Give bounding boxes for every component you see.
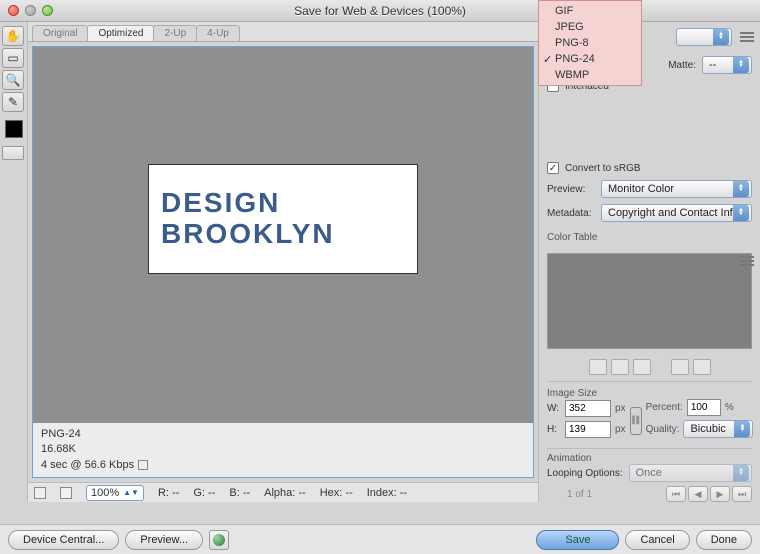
save-button[interactable]: Save [536,530,619,550]
file-format: PNG-24 [41,427,525,442]
zoom-button[interactable] [42,5,53,16]
h-label: H: [547,424,561,435]
titlebar: Save for Web & Devices (100%) [0,0,760,22]
ct-btn-2[interactable] [611,359,629,375]
slice-select-tool-icon[interactable]: ▭ [2,48,24,68]
zoom-select[interactable]: 100%▲▼ [86,485,144,501]
color-swatch[interactable] [5,120,23,138]
color-table-label: Color Table [547,232,752,243]
tab-4up[interactable]: 4-Up [196,25,240,41]
ct-btn-1[interactable] [589,359,607,375]
next-frame-icon[interactable]: ▶ [710,486,730,502]
tab-2up[interactable]: 2-Up [153,25,197,41]
preset-select[interactable] [676,28,732,46]
height-input[interactable] [565,421,611,438]
logo-line2: BROOKLYN [161,219,417,250]
window-controls [8,5,53,16]
first-frame-icon[interactable]: ⏮ [666,486,686,502]
matte-label: Matte: [668,60,696,71]
tab-optimized[interactable]: Optimized [87,25,154,41]
file-size: 16.68K [41,442,525,457]
quality-label: Quality: [646,424,680,435]
metadata-select[interactable]: Copyright and Contact Info [601,204,752,222]
bottom-bar: Device Central... Preview... Save Cancel… [0,524,760,554]
logo-line1: DESIGN [161,188,417,219]
minimize-button[interactable] [25,5,36,16]
w-label: W: [547,403,561,414]
ct-btn-3[interactable] [633,359,651,375]
slice-visibility-toggle[interactable] [2,146,24,160]
convert-srgb-checkbox[interactable] [547,162,559,174]
animation-title: Animation [547,453,752,464]
hand-tool-icon[interactable]: ✋ [2,26,24,46]
zoom-tool-icon[interactable]: 🔍 [2,70,24,90]
preview-button[interactable]: Preview... [125,530,203,550]
width-input[interactable] [565,400,611,417]
format-option-png8[interactable]: PNG-8 [539,35,641,51]
image-size-title: Image Size [547,388,752,399]
format-dropdown[interactable]: GIF JPEG PNG-8 PNG-24 WBMP [538,0,642,86]
convert-srgb-label: Convert to sRGB [565,163,641,174]
speed-menu-icon[interactable] [138,460,148,470]
preview-area[interactable]: DESIGN BROOKLYN PNG-24 16.68K 4 sec @ 56… [32,46,534,478]
statusbar: 100%▲▼ R: -- G: -- B: -- Alpha: -- Hex: … [28,482,538,502]
browser-preview-icon[interactable] [209,530,229,550]
color-table-menu-icon[interactable] [740,256,754,266]
format-option-gif[interactable]: GIF [539,3,641,19]
alpha-value: Alpha: -- [264,487,306,499]
looping-label: Looping Options: [547,468,623,479]
download-speed: 4 sec @ 56.6 Kbps [41,459,134,471]
percent-label: Percent: [646,402,683,413]
color-table[interactable] [547,253,752,349]
tab-original[interactable]: Original [32,25,88,41]
format-option-jpeg[interactable]: JPEG [539,19,641,35]
ct-btn-5[interactable] [693,359,711,375]
looping-select[interactable]: Once [629,464,752,482]
view-tabs: Original Optimized 2-Up 4-Up [28,22,538,42]
format-option-wbmp[interactable]: WBMP [539,67,641,83]
ct-btn-4[interactable] [671,359,689,375]
b-value: B: -- [229,487,250,499]
image-canvas: DESIGN BROOKLYN [148,164,418,274]
eyedropper-tool-icon[interactable]: ✎ [2,92,24,112]
panel-menu-icon[interactable] [740,32,754,42]
annotation-toggle[interactable] [34,487,46,499]
window-title: Save for Web & Devices (100%) [294,4,466,18]
done-button[interactable]: Done [696,530,752,550]
index-value: Index: -- [367,487,407,499]
r-value: R: -- [158,487,179,499]
cancel-button[interactable]: Cancel [625,530,689,550]
last-frame-icon[interactable]: ⏭ [732,486,752,502]
matte-select[interactable]: -- [702,56,752,74]
file-info-bar: PNG-24 16.68K 4 sec @ 56.6 Kbps [33,423,533,477]
percent-input[interactable] [687,399,721,416]
g-value: G: -- [193,487,215,499]
format-option-png24[interactable]: PNG-24 [539,51,641,67]
close-button[interactable] [8,5,19,16]
options-panel: Matte: -- Interlaced Convert to sRGB Pre… [538,22,760,502]
prev-frame-icon[interactable]: ◀ [688,486,708,502]
annotation-toggle-2[interactable] [60,487,72,499]
hex-value: Hex: -- [320,487,353,499]
frame-counter: 1 of 1 [567,489,592,500]
tool-column: ✋ ▭ 🔍 ✎ [0,22,28,502]
preview-select[interactable]: Monitor Color [601,180,752,198]
preview-label: Preview: [547,184,595,195]
quality-select[interactable]: Bicubic [683,420,753,438]
color-table-toolbar [547,359,752,375]
link-icon[interactable]: ⛓ [630,407,642,435]
metadata-label: Metadata: [547,208,595,219]
device-central-button[interactable]: Device Central... [8,530,119,550]
